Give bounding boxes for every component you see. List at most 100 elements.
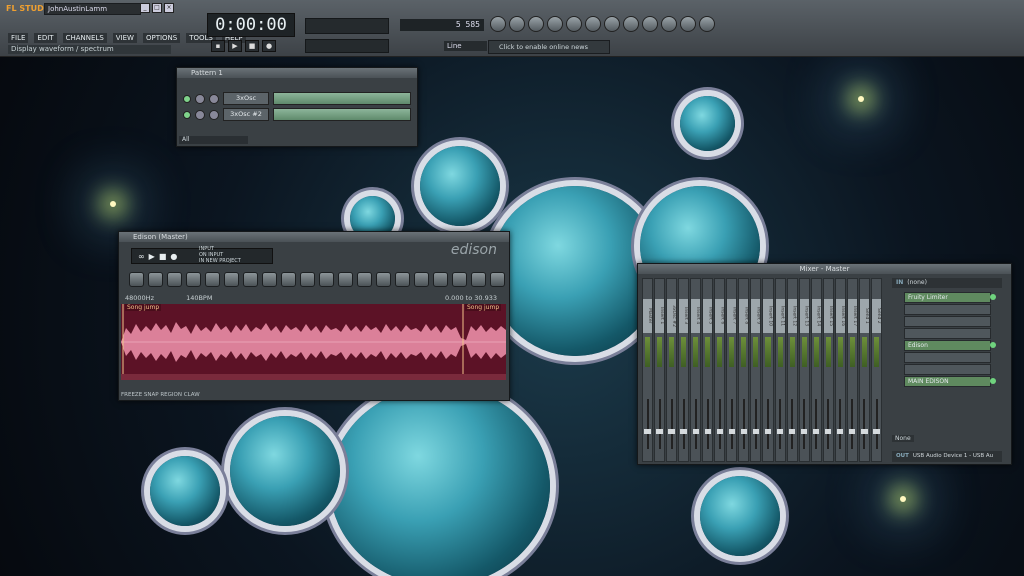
- fader-cap[interactable]: [668, 429, 675, 434]
- play-icon[interactable]: ▶: [149, 252, 155, 261]
- tool-icon[interactable]: [186, 272, 201, 287]
- fader-cap[interactable]: [692, 429, 699, 434]
- song-marker[interactable]: Song jump: [125, 304, 162, 311]
- mixer-strip[interactable]: Insert 11: [774, 278, 786, 462]
- mixer-strip[interactable]: Insert 13: [798, 278, 810, 462]
- menu-options[interactable]: OPTIONS: [142, 33, 181, 43]
- fx-slot-empty[interactable]: [904, 304, 991, 315]
- fx-slot[interactable]: Fruity Limiter: [904, 292, 991, 303]
- record-icon[interactable]: ●: [170, 252, 177, 261]
- volume-fader[interactable]: [863, 399, 866, 449]
- minimize-button[interactable]: _: [140, 3, 150, 13]
- stop-button[interactable]: ■: [245, 40, 259, 52]
- tool-icon[interactable]: [148, 272, 163, 287]
- fader-cap[interactable]: [764, 429, 772, 434]
- volume-fader[interactable]: [670, 399, 673, 449]
- fader-cap[interactable]: [728, 429, 735, 434]
- tool-icon[interactable]: [357, 272, 372, 287]
- song-position-clock[interactable]: 0:00:00: [207, 13, 295, 37]
- mixer-strip[interactable]: Insert 7: [726, 278, 738, 462]
- mixer-strip[interactable]: Insert 12: [786, 278, 798, 462]
- menu-view[interactable]: VIEW: [112, 33, 137, 43]
- tool-icon[interactable]: [167, 272, 182, 287]
- volume-fader[interactable]: [755, 399, 758, 449]
- magnifier-icon[interactable]: [642, 16, 658, 32]
- project-title-field[interactable]: JohnAustinLamm: [44, 3, 141, 15]
- tool-icon[interactable]: [414, 272, 429, 287]
- fader-cap[interactable]: [776, 429, 784, 434]
- volume-fader[interactable]: [658, 399, 661, 449]
- volume-knob[interactable]: [209, 109, 219, 120]
- fader-cap[interactable]: [656, 429, 663, 434]
- mixer-strip[interactable]: Insert 8: [738, 278, 750, 462]
- tool-icon[interactable]: [471, 272, 486, 287]
- input-select[interactable]: (none): [907, 279, 927, 286]
- mixer-output[interactable]: OUT USB Audio Device 1 - USB Au: [892, 451, 1002, 462]
- browser-icon[interactable]: [566, 16, 582, 32]
- tool-icon[interactable]: [319, 272, 334, 287]
- fx-slot-empty[interactable]: [904, 316, 991, 327]
- tool-icon[interactable]: [205, 272, 220, 287]
- tool-icon[interactable]: [300, 272, 315, 287]
- volume-fader[interactable]: [839, 399, 842, 449]
- tempo-display[interactable]: 5 585: [400, 19, 484, 31]
- fader-cap[interactable]: [680, 429, 687, 434]
- help-icon[interactable]: [661, 16, 677, 32]
- tool-icon[interactable]: [376, 272, 391, 287]
- channel-name-button[interactable]: 3xOsc: [223, 92, 269, 105]
- mixer-strip[interactable]: Insert 3: [678, 278, 690, 462]
- step-sequencer[interactable]: [273, 108, 411, 121]
- mixer-strip[interactable]: Insert 4: [690, 278, 702, 462]
- step-sequencer[interactable]: [273, 92, 411, 105]
- fader-cap[interactable]: [849, 429, 856, 434]
- maximize-button[interactable]: □: [152, 3, 162, 13]
- tool-icon[interactable]: [338, 272, 353, 287]
- pan-knob[interactable]: [195, 109, 205, 120]
- volume-fader[interactable]: [803, 399, 806, 449]
- option-item[interactable]: IN NEW PROJECT: [199, 258, 241, 264]
- eq-preset[interactable]: None: [892, 435, 914, 442]
- stop-icon[interactable]: ■: [159, 252, 167, 261]
- channel-filter-select[interactable]: All: [179, 136, 248, 144]
- mixer-strip[interactable]: Insert 1: [654, 278, 666, 462]
- mixer-strip[interactable]: Master: [642, 278, 654, 462]
- fx-slot-led[interactable]: [990, 378, 996, 384]
- pan-knob[interactable]: [195, 93, 205, 104]
- fader-cap[interactable]: [861, 429, 868, 434]
- close-button[interactable]: ×: [164, 3, 174, 13]
- mixer-strip[interactable]: Insert 14: [810, 278, 822, 462]
- tool-icon[interactable]: [262, 272, 277, 287]
- mixer-input[interactable]: IN (none): [892, 278, 1002, 288]
- plugin-picker-icon[interactable]: [585, 16, 601, 32]
- fader-cap[interactable]: [813, 429, 820, 434]
- fader-cap[interactable]: [644, 429, 651, 434]
- pattern-window-title[interactable]: Pattern 1: [177, 68, 417, 78]
- mixer-strip[interactable]: Insert 15: [822, 278, 834, 462]
- channel-rack-icon[interactable]: [528, 16, 544, 32]
- volume-fader[interactable]: [730, 399, 733, 449]
- performance-icon[interactable]: [623, 16, 639, 32]
- volume-fader[interactable]: [706, 399, 709, 449]
- fx-slot-empty[interactable]: [904, 328, 991, 339]
- tool-icon[interactable]: [395, 272, 410, 287]
- channel-name-button[interactable]: 3xOsc #2: [223, 108, 269, 121]
- volume-fader[interactable]: [646, 399, 649, 449]
- song-marker[interactable]: Song jump: [465, 304, 502, 311]
- mixer-strip[interactable]: Send 1: [858, 278, 870, 462]
- fader-cap[interactable]: [740, 429, 748, 434]
- playlist-icon[interactable]: [490, 16, 506, 32]
- fader-cap[interactable]: [716, 429, 723, 434]
- fader-cap[interactable]: [788, 429, 796, 434]
- edit-icon[interactable]: [699, 16, 715, 32]
- fx-slot-led[interactable]: [990, 342, 996, 348]
- volume-fader[interactable]: [742, 399, 745, 449]
- tool-icon[interactable]: [129, 272, 144, 287]
- play-button[interactable]: ▶: [228, 40, 242, 52]
- volume-fader[interactable]: [718, 399, 721, 449]
- channel-mute-led[interactable]: [183, 94, 191, 103]
- fader-cap[interactable]: [837, 429, 844, 434]
- fx-slot-led[interactable]: [990, 294, 996, 300]
- fx-slot[interactable]: Edison: [904, 340, 991, 351]
- tool-icon[interactable]: [224, 272, 239, 287]
- menu-channels[interactable]: CHANNELS: [62, 33, 107, 43]
